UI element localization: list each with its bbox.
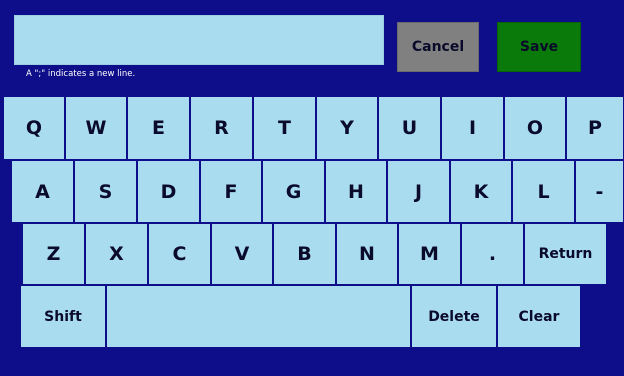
key-y[interactable]: Y bbox=[316, 96, 378, 160]
key-v[interactable]: V bbox=[211, 223, 273, 285]
key-f[interactable]: F bbox=[200, 160, 262, 223]
key-m[interactable]: M bbox=[398, 223, 461, 285]
key-e[interactable]: E bbox=[127, 96, 190, 160]
hint-text: A ";" indicates a new line. bbox=[26, 69, 136, 79]
key-k[interactable]: K bbox=[450, 160, 512, 223]
key-s[interactable]: S bbox=[74, 160, 137, 223]
key-t[interactable]: T bbox=[253, 96, 316, 160]
key-r[interactable]: R bbox=[190, 96, 253, 160]
key-w[interactable]: W bbox=[65, 96, 127, 160]
key-p[interactable]: P bbox=[566, 96, 624, 160]
key-hyphen[interactable]: - bbox=[575, 160, 624, 223]
key-i[interactable]: I bbox=[441, 96, 504, 160]
save-button[interactable]: Save bbox=[497, 22, 581, 72]
text-input[interactable] bbox=[14, 15, 384, 65]
key-g[interactable]: G bbox=[262, 160, 325, 223]
space-key[interactable] bbox=[106, 285, 411, 348]
key-h[interactable]: H bbox=[325, 160, 387, 223]
key-a[interactable]: A bbox=[11, 160, 74, 223]
key-x[interactable]: X bbox=[85, 223, 148, 285]
key-d[interactable]: D bbox=[137, 160, 200, 223]
key-q[interactable]: Q bbox=[3, 96, 65, 160]
key-n[interactable]: N bbox=[336, 223, 398, 285]
key-j[interactable]: J bbox=[387, 160, 450, 223]
clear-key[interactable]: Clear bbox=[497, 285, 581, 348]
key-period[interactable]: . bbox=[461, 223, 524, 285]
shift-key[interactable]: Shift bbox=[20, 285, 106, 348]
key-c[interactable]: C bbox=[148, 223, 211, 285]
delete-key[interactable]: Delete bbox=[411, 285, 497, 348]
key-l[interactable]: L bbox=[512, 160, 575, 223]
key-o[interactable]: O bbox=[504, 96, 566, 160]
cancel-button[interactable]: Cancel bbox=[397, 22, 479, 72]
return-key[interactable]: Return bbox=[524, 223, 607, 285]
key-b[interactable]: B bbox=[273, 223, 336, 285]
key-u[interactable]: U bbox=[378, 96, 441, 160]
key-z[interactable]: Z bbox=[22, 223, 85, 285]
